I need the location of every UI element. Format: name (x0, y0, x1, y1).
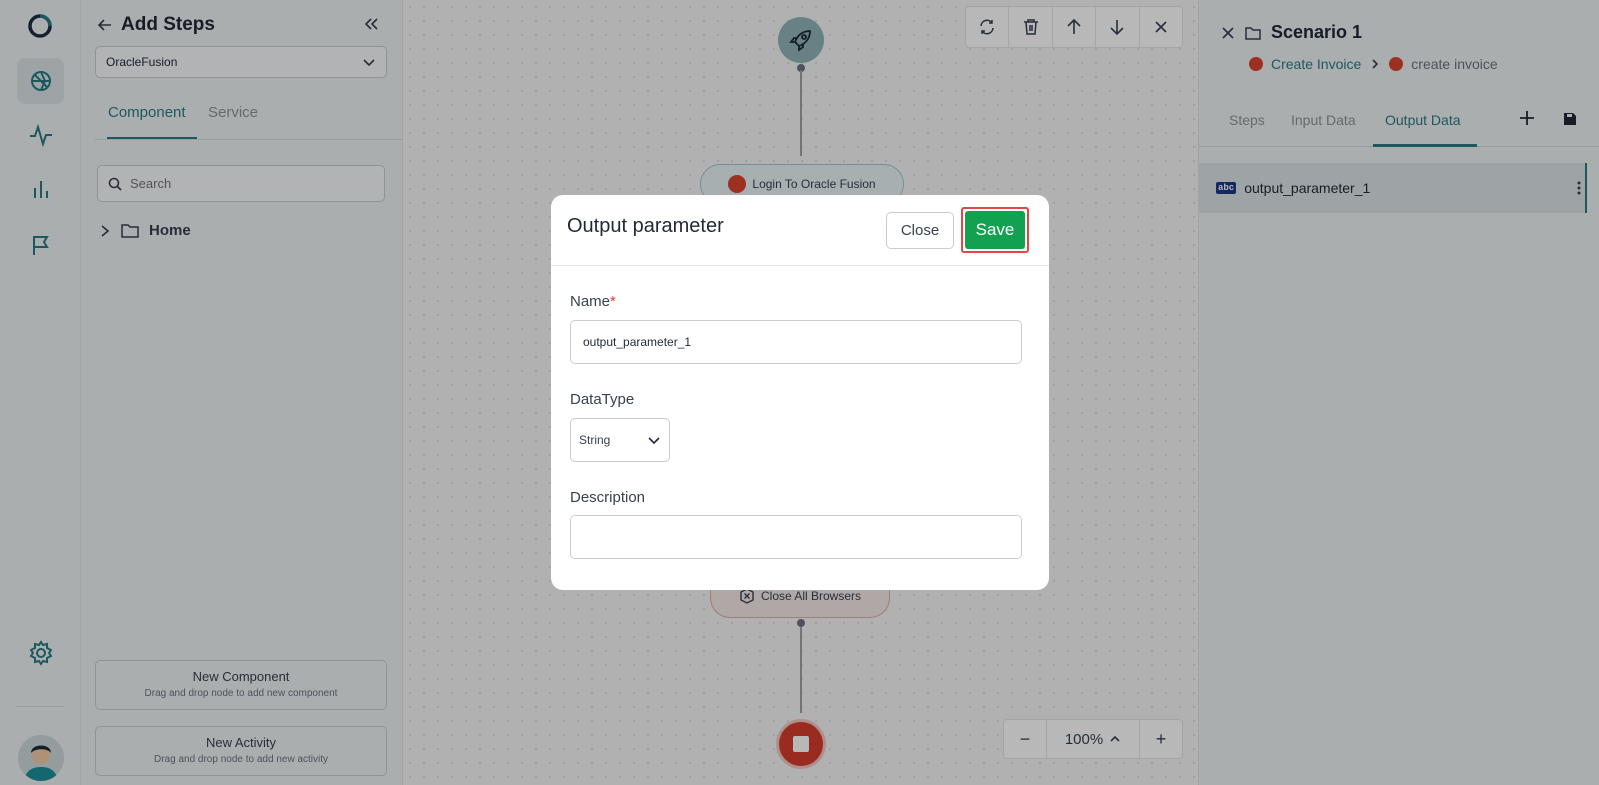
description-field[interactable] (570, 515, 1022, 559)
description-label: Description (570, 489, 646, 506)
chevron-down-icon (648, 437, 660, 445)
name-label: Name (570, 293, 611, 310)
datatype-value: String (579, 433, 611, 447)
name-label-row: Name* (570, 293, 616, 310)
dialog-divider (551, 265, 1049, 266)
required-marker: * (610, 293, 616, 310)
close-button[interactable]: Close (886, 212, 954, 249)
output-parameter-dialog: Output parameter Close Save Name* DataTy… (551, 195, 1049, 590)
datatype-select[interactable]: String (570, 418, 670, 462)
dialog-title: Output parameter (567, 215, 724, 237)
datatype-label: DataType (570, 391, 635, 408)
name-field[interactable] (570, 320, 1022, 364)
save-button[interactable]: Save (965, 211, 1025, 249)
save-button-highlight: Save (961, 207, 1029, 253)
